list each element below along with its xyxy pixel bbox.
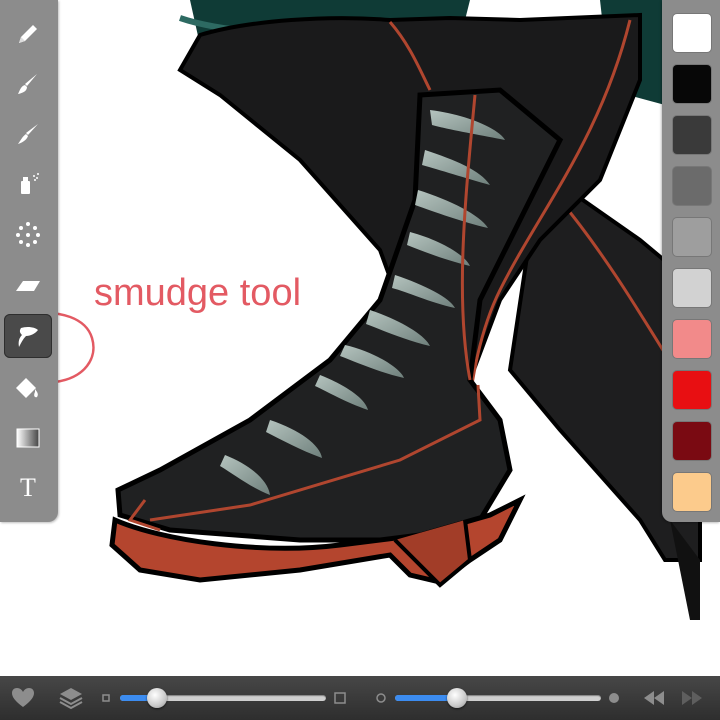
airbrush-tool-button[interactable] [4,162,52,206]
color-swatch[interactable] [673,269,711,307]
brush-tool-button[interactable] [4,62,52,106]
color-swatch[interactable] [673,473,711,511]
fill-tool-button[interactable] [4,366,52,410]
undo-button[interactable] [640,676,668,720]
redo-button[interactable] [678,676,706,720]
eraser-icon [16,281,40,291]
pencil-tool-button[interactable] [4,12,52,56]
ink-brush-icon [18,124,38,144]
text-tool-button[interactable]: T [4,466,52,510]
airbrush-icon [21,173,39,194]
opacity-low-icon [374,676,388,720]
gradient-tool-button[interactable] [4,416,52,460]
color-swatch[interactable] [673,371,711,409]
undo-icon [644,691,664,705]
annotation-label: smudge tool [94,272,302,314]
color-palette [662,0,720,522]
color-swatch[interactable] [673,422,711,460]
brush-size-small-icon [100,676,112,720]
smudge-icon [18,326,38,347]
text-tool-icon: T [20,473,36,502]
bottom-toolbar [0,676,720,720]
tool-palette: T [0,0,58,522]
fill-bucket-icon [16,378,38,398]
redo-icon [682,691,702,705]
eraser-tool-button[interactable] [4,262,52,306]
artwork [109,0,702,620]
layers-button[interactable] [56,676,86,720]
brush-icon [18,74,37,94]
gradient-icon [16,428,40,448]
opacity-high-icon [606,676,622,720]
favorites-button[interactable] [8,676,38,720]
color-swatch[interactable] [673,14,711,52]
opacity-slider-thumb[interactable] [447,688,467,708]
scatter-brush-icon [16,222,40,247]
color-swatch[interactable] [673,320,711,358]
ink-brush-tool-button[interactable] [4,112,52,156]
heart-icon [12,688,34,707]
brush-size-large-icon [332,676,348,720]
drawing-canvas[interactable] [0,0,720,676]
layers-icon [59,688,83,710]
smudge-tool-button[interactable] [4,314,52,358]
color-swatch[interactable] [673,167,711,205]
color-swatch[interactable] [673,218,711,256]
size-slider-thumb[interactable] [147,688,167,708]
color-swatch[interactable] [673,116,711,154]
opacity-slider[interactable] [395,688,601,708]
pencil-icon [19,25,37,43]
scatter-tool-button[interactable] [4,212,52,256]
brush-size-slider[interactable] [120,688,326,708]
color-swatch[interactable] [673,65,711,103]
